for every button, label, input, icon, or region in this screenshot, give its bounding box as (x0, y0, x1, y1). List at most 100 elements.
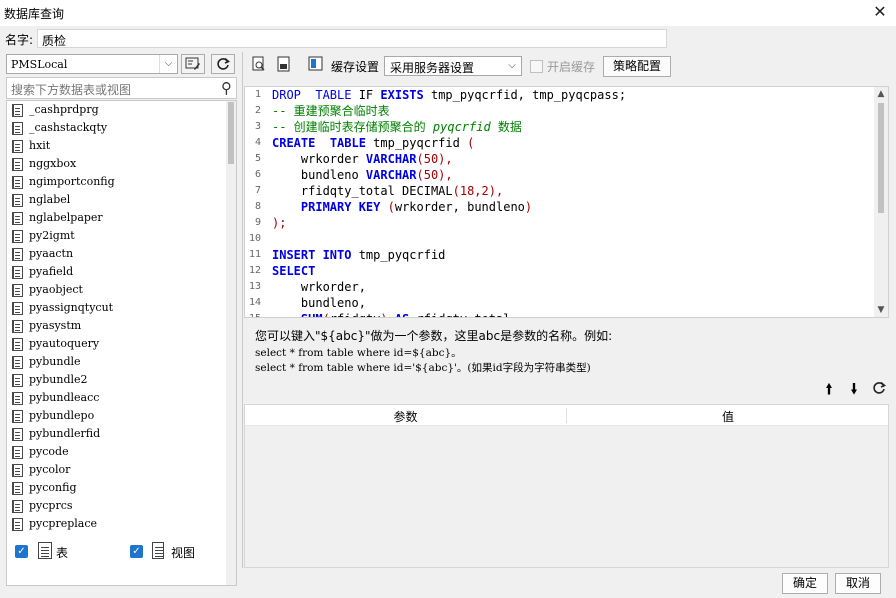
scroll-up-icon[interactable]: ▲ (874, 89, 888, 99)
refresh-params-icon[interactable] (871, 381, 887, 397)
chevron-down-icon[interactable]: ⌵ (503, 57, 521, 75)
table-name: hxit (29, 139, 51, 152)
table-list-item[interactable]: pyaobject (7, 281, 236, 299)
table-list-item[interactable]: pybundlerfid (7, 425, 236, 443)
table-icon (12, 104, 23, 117)
table-name: pybundleacc (29, 391, 100, 404)
strategy-config-button[interactable]: 策略配置 (603, 56, 671, 77)
table-icon (12, 248, 23, 261)
table-icon (12, 230, 23, 243)
column-header-value[interactable]: 值 (567, 408, 889, 425)
preview-icon[interactable] (250, 56, 268, 74)
table-list-item[interactable]: pybundle2 (7, 371, 236, 389)
chevron-down-icon[interactable]: ⌵ (159, 55, 177, 73)
parameter-table[interactable]: 参数 值 (244, 404, 889, 568)
table-icon (12, 302, 23, 315)
table-filter-checkbox[interactable]: ✓ (15, 545, 28, 558)
table-name: ngimportconfig (29, 175, 115, 188)
search-placeholder: 搜索下方数据表或视图 (11, 83, 132, 97)
table-list-item[interactable]: pybundleacc (7, 389, 236, 407)
table-icon (12, 176, 23, 189)
table-list-item[interactable]: pyasystm (7, 317, 236, 335)
table-name: pyaactn (29, 247, 74, 260)
table-list-item[interactable]: py2igmt (7, 227, 236, 245)
table-icon (12, 212, 23, 225)
table-icon (12, 320, 23, 333)
table-name: pycode (29, 445, 69, 458)
table-icon (12, 410, 23, 423)
datasource-value: PMSLocal (11, 58, 68, 71)
close-icon[interactable]: ✕ (870, 2, 890, 22)
parameter-help: 您可以键入"${abc}"做为一个参数，这里abc是参数的名称。例如: sele… (255, 327, 875, 375)
table-name: pybundle2 (29, 373, 88, 386)
table-list-item[interactable]: pyafield (7, 263, 236, 281)
scroll-down-icon[interactable]: ▼ (874, 305, 888, 315)
table-list-item[interactable]: pycode (7, 443, 236, 461)
table-list-item[interactable]: pybundlepo (7, 407, 236, 425)
table-list-item[interactable]: nglabelpaper (7, 209, 236, 227)
table-list-item[interactable]: hxit (7, 137, 236, 155)
sql-editor[interactable]: 1 DROP TABLE IF EXISTS tmp_pyqcrfid, tmp_… (244, 86, 889, 318)
table-list-item[interactable]: pycpreplace (7, 515, 236, 533)
table-icon (12, 428, 23, 441)
table-list-item[interactable]: pyaactn (7, 245, 236, 263)
arrow-up-icon[interactable]: 🠙 (821, 381, 837, 397)
table-list-item[interactable]: pyautoquery (7, 335, 236, 353)
name-label: 名字: (5, 33, 34, 47)
column-header-param[interactable]: 参数 (245, 408, 566, 425)
table-icon (12, 500, 23, 513)
table-icon (12, 464, 23, 477)
name-row: 名字: 质检 (0, 26, 896, 50)
table-icon (12, 356, 23, 369)
refresh-icon (217, 57, 230, 70)
table-list-item[interactable]: pyconfig (7, 479, 236, 497)
search-icon[interactable]: ⚲ (221, 79, 232, 97)
table-name: py2igmt (29, 229, 75, 242)
arrow-down-icon[interactable]: 🠛 (846, 381, 862, 397)
table-name: pybundlepo (29, 409, 95, 422)
table-icon (12, 338, 23, 351)
table-list-item[interactable]: pybundle (7, 353, 236, 371)
view-icon (152, 542, 164, 559)
editor-scrollbar-thumb[interactable] (878, 103, 884, 213)
view-filter-checkbox[interactable]: ✓ (130, 545, 143, 558)
table-list-item[interactable]: pyassignqtycut (7, 299, 236, 317)
table-name: pybundlerfid (29, 427, 101, 440)
ok-button[interactable]: 确定 (782, 573, 828, 594)
edit-datasource-button[interactable] (181, 54, 205, 74)
scrollbar-thumb[interactable] (228, 102, 234, 164)
enable-cache-label: 开启缓存 (547, 60, 596, 74)
editor-scrollbar[interactable]: ▲ ▼ (874, 87, 888, 317)
table-icon (12, 284, 23, 297)
cache-mode-select[interactable]: 采用服务器设置 ⌵ (384, 56, 522, 76)
table-list-item[interactable]: nggxbox (7, 155, 236, 173)
table-icon (38, 542, 52, 559)
table-list-item[interactable]: nglabel (7, 191, 236, 209)
table-list-item[interactable]: ngimportconfig (7, 173, 236, 191)
table-icon (12, 518, 23, 531)
refresh-datasource-button[interactable] (211, 54, 235, 74)
cancel-button[interactable]: 取消 (835, 573, 881, 594)
table-icon (12, 140, 23, 153)
table-filter-label: 表 (56, 546, 69, 560)
table-name: pyassignqtycut (29, 301, 114, 314)
table-list-item[interactable]: _cashstackqty (7, 119, 236, 137)
datasource-select[interactable]: PMSLocal ⌵ (6, 54, 178, 74)
help-line-2: select * from table where id=${abc}。 (255, 347, 462, 359)
left-panel: PMSLocal ⌵ 搜索下方数据表或视图 ⚲ _cashprdprg _cash… (4, 52, 241, 586)
table-list[interactable]: _cashprdprg _cashstackqtyhxit nggxbox ngimp… (6, 100, 237, 586)
table-name: nglabel (29, 193, 71, 206)
panel-divider[interactable] (242, 52, 243, 568)
table-list-item[interactable]: _cashprdprg (7, 101, 236, 119)
table-name: nggxbox (29, 157, 77, 170)
table-list-item[interactable]: pycprcs (7, 497, 236, 515)
table-name: pycolor (29, 463, 71, 476)
table-list-item[interactable]: pycolor (7, 461, 236, 479)
table-search-input[interactable]: 搜索下方数据表或视图 ⚲ (6, 77, 237, 99)
enable-cache-checkbox[interactable] (530, 60, 543, 73)
name-input[interactable]: 质检 (37, 29, 667, 48)
table-name: _cashstackqty (29, 121, 108, 134)
table-list-scrollbar[interactable] (226, 101, 236, 585)
table-icon (12, 482, 23, 495)
sql-file-icon[interactable] (275, 56, 293, 74)
